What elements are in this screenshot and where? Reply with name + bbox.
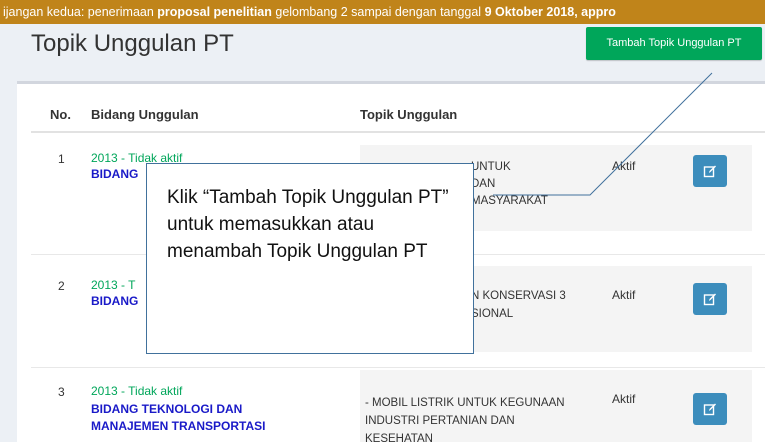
screen: { "marquee": { "p1": "ijangan kedua: pen… [0,0,765,442]
instruction-callout: Klik “Tambah Topik Unggulan PT” untuk me… [146,163,474,354]
callout-text: Klik “Tambah Topik Unggulan PT” untuk me… [167,187,449,262]
